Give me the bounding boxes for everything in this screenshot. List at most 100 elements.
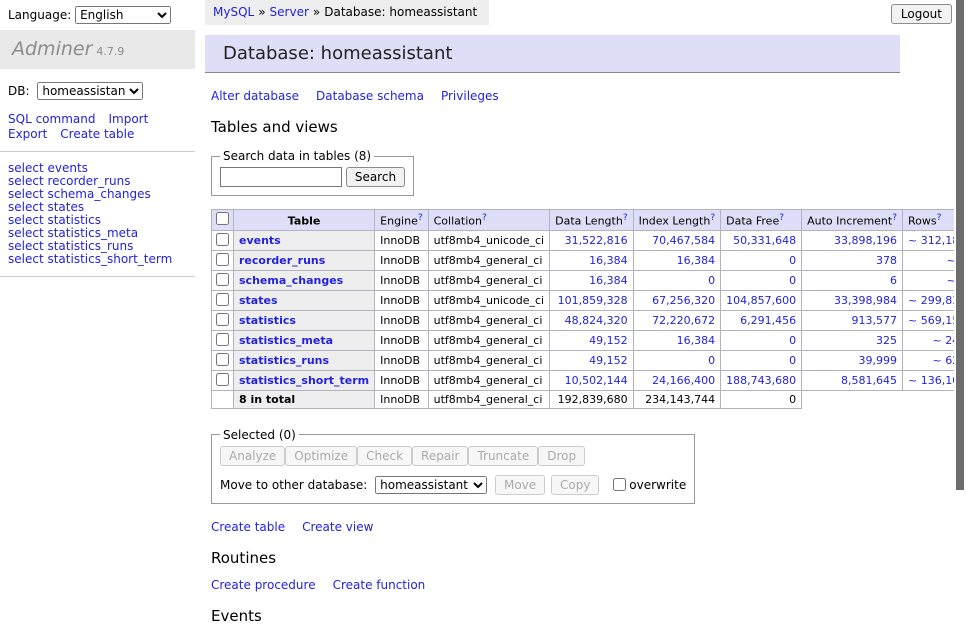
create-link[interactable]: Create view — [302, 520, 373, 534]
table-name-link[interactable]: states — [239, 294, 278, 307]
select-all-checkbox[interactable] — [216, 212, 229, 225]
row-checkbox[interactable] — [216, 373, 229, 386]
routine-create-link[interactable]: Create procedure — [211, 578, 316, 592]
row-checkbox[interactable] — [216, 273, 229, 286]
create-link[interactable]: Create table — [211, 520, 285, 534]
selected-action-button[interactable]: Analyze — [220, 446, 285, 466]
copy-button[interactable]: Copy — [551, 475, 599, 495]
table-name-cell: statistics — [234, 310, 375, 330]
sidebar-select-table-link[interactable]: select statistics_short_term — [8, 253, 195, 266]
table-name-link[interactable]: statistics_short_term — [239, 374, 369, 387]
column-help-link[interactable]: ? — [892, 213, 897, 223]
data-length-cell: 49,152 — [550, 330, 633, 350]
collation-cell: utf8mb4_unicode_ci — [428, 230, 549, 250]
row-checkbox[interactable] — [216, 313, 229, 326]
column-help-link[interactable]: ? — [937, 213, 942, 223]
total-engine-cell: InnoDB — [375, 390, 428, 408]
engine-cell: InnoDB — [375, 230, 428, 250]
column-help-link[interactable]: ? — [779, 213, 784, 223]
search-input[interactable] — [220, 167, 342, 187]
search-button[interactable]: Search — [346, 167, 405, 187]
table-row: statistics_meta InnoDB utf8mb4_general_c… — [212, 330, 966, 350]
db-selector-row: DB: homeassistant — [8, 82, 195, 100]
row-checkbox-cell — [212, 230, 234, 250]
table-row: states InnoDB utf8mb4_unicode_ci 101,859… — [212, 290, 966, 310]
selected-action-button[interactable]: Check — [357, 446, 412, 466]
logout-button[interactable]: Logout — [891, 4, 952, 24]
routines-section-title: Routines — [211, 549, 966, 567]
index-length-cell: 0 — [633, 270, 721, 290]
table-name-link[interactable]: statistics_meta — [239, 334, 333, 347]
row-checkbox[interactable] — [216, 253, 229, 266]
data-free-cell: 6,291,456 — [721, 310, 802, 330]
data-free-cell: 104,857,600 — [721, 290, 802, 310]
collation-cell: utf8mb4_general_ci — [428, 310, 549, 330]
database-action-link[interactable]: Privileges — [441, 89, 499, 103]
overwrite-checkbox[interactable] — [613, 478, 626, 491]
collation-cell: utf8mb4_unicode_ci — [428, 290, 549, 310]
table-name-link[interactable]: events — [239, 234, 281, 247]
sidebar-action-link[interactable]: Import — [108, 112, 148, 126]
selected-action-button[interactable]: Repair — [412, 446, 468, 466]
table-row: recorder_runs InnoDB utf8mb4_general_ci … — [212, 250, 966, 270]
total-data-length-cell: 192,839,680 — [550, 390, 633, 408]
database-action-link[interactable]: Alter database — [211, 89, 299, 103]
index-length-cell: 70,467,584 — [633, 230, 721, 250]
table-name-cell: schema_changes — [234, 270, 375, 290]
total-empty-cell — [212, 390, 234, 408]
table-name-cell: statistics_short_term — [234, 370, 375, 390]
column-help-link[interactable]: ? — [623, 213, 628, 223]
selected-action-button[interactable]: Optimize — [285, 446, 357, 466]
index-length-cell: 0 — [633, 350, 721, 370]
sidebar-action-link[interactable]: Export — [8, 127, 47, 141]
vertical-scrollbar-thumb[interactable] — [956, 0, 964, 490]
selected-action-button[interactable]: Drop — [538, 446, 585, 466]
auto-increment-cell: 33,898,196 — [802, 230, 903, 250]
routine-create-link[interactable]: Create function — [333, 578, 426, 592]
row-checkbox[interactable] — [216, 293, 229, 306]
engine-cell: InnoDB — [375, 330, 428, 350]
sidebar-action-link[interactable]: SQL command — [8, 112, 95, 126]
selected-action-button[interactable]: Truncate — [468, 446, 538, 466]
data-length-cell: 49,152 — [550, 350, 633, 370]
column-help-link[interactable]: ? — [482, 213, 487, 223]
database-action-link[interactable]: Database schema — [316, 89, 424, 103]
row-checkbox[interactable] — [216, 233, 229, 246]
row-checkbox[interactable] — [216, 333, 229, 346]
engine-cell: InnoDB — [375, 250, 428, 270]
auto-increment-cell: 325 — [802, 330, 903, 350]
table-name-link[interactable]: recorder_runs — [239, 254, 325, 267]
table-total-row: 8 in total InnoDB utf8mb4_general_ci 192… — [212, 390, 966, 408]
page-title: Database: homeassistant — [205, 35, 900, 73]
table-name-link[interactable]: schema_changes — [239, 274, 343, 287]
move-database-select[interactable]: homeassistant — [375, 476, 487, 494]
column-header-label: Index Length — [639, 215, 711, 228]
table-row: schema_changes InnoDB utf8mb4_general_ci… — [212, 270, 966, 290]
table-name-link[interactable]: statistics_runs — [239, 354, 329, 367]
breadcrumb: MySQL»Server»Database: homeassistant — [205, 0, 489, 25]
column-header: Auto Increment? — [802, 210, 903, 231]
sidebar-divider-bottom — [0, 276, 195, 277]
breadcrumb-separator: » — [313, 5, 320, 19]
app-version[interactable]: 4.7.9 — [96, 45, 124, 58]
app-logo[interactable]: Adminer — [12, 38, 92, 60]
language-select[interactable]: English — [75, 6, 171, 24]
row-checkbox[interactable] — [216, 353, 229, 366]
selected-buttons-row: AnalyzeOptimizeCheckRepairTruncateDrop — [220, 446, 686, 466]
auto-increment-cell: 378 — [802, 250, 903, 270]
column-help-link[interactable]: ? — [710, 213, 715, 223]
db-select[interactable]: homeassistant — [37, 82, 143, 100]
index-length-cell: 72,220,672 — [633, 310, 721, 330]
sidebar-action-link[interactable]: Create table — [60, 127, 134, 141]
move-label: Move to other database: — [220, 478, 367, 492]
total-collation-cell: utf8mb4_general_ci — [428, 390, 549, 408]
move-button[interactable]: Move — [495, 475, 545, 495]
column-header: Data Free? — [721, 210, 802, 231]
breadcrumb-link-mysql[interactable]: MySQL — [213, 5, 254, 19]
column-header-label: Rows — [908, 215, 937, 228]
breadcrumb-link-server[interactable]: Server — [270, 5, 309, 19]
table-name-link[interactable]: statistics — [239, 314, 296, 327]
sidebar-divider-top — [0, 151, 195, 152]
breadcrumb-current: Database: homeassistant — [324, 5, 477, 19]
column-help-link[interactable]: ? — [418, 213, 423, 223]
